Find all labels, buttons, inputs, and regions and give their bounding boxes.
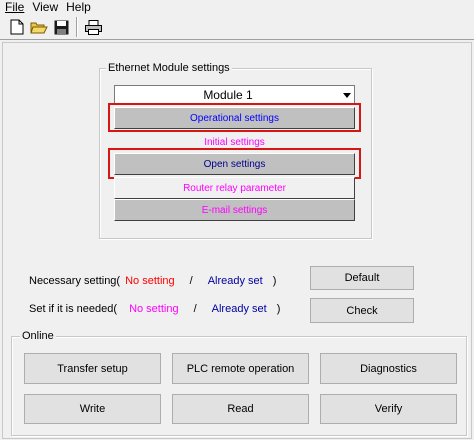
necessary-close-paren: ): [272, 275, 277, 287]
ethernet-module-group-label: Ethernet Module settings: [106, 62, 232, 75]
initial-settings-label: Initial settings: [204, 136, 265, 148]
online-group-label: Online: [20, 330, 56, 343]
new-file-button[interactable]: [6, 16, 28, 38]
router-relay-parameter-label: Router relay parameter: [183, 182, 286, 194]
open-button[interactable]: [28, 16, 50, 38]
if-needed-label: Set if it is needed(: [29, 303, 118, 315]
router-relay-parameter-button[interactable]: Router relay parameter: [114, 177, 355, 199]
open-folder-icon: [30, 22, 48, 33]
chevron-down-icon[interactable]: [343, 93, 351, 98]
necessary-already-set: Already set: [207, 275, 263, 287]
print-button[interactable]: [82, 16, 104, 38]
module-select[interactable]: Module 1: [114, 85, 355, 105]
plc-remote-operation-button[interactable]: PLC remote operation: [172, 353, 309, 384]
menu-bar: File View Help: [0, 0, 474, 15]
operational-settings-highlight: [108, 103, 361, 132]
email-settings-label: E-mail settings: [201, 204, 268, 216]
verify-button[interactable]: Verify: [320, 394, 457, 424]
write-button[interactable]: Write: [24, 394, 161, 424]
save-disk-icon: [54, 20, 68, 34]
check-button[interactable]: Check: [310, 298, 414, 323]
email-settings-button[interactable]: E-mail settings: [114, 199, 355, 221]
module-select-value: Module 1: [203, 88, 253, 102]
toolbar-separator: [76, 17, 78, 37]
open-settings-highlight: [108, 148, 361, 179]
if-needed-no-setting: No setting: [129, 303, 179, 315]
if-needed-already-set: Already set: [211, 303, 267, 315]
necessary-no-setting: No setting: [125, 275, 175, 287]
necessary-setting-legend: Necessary setting( No setting / Already …: [29, 274, 276, 288]
printer-icon: [84, 19, 102, 35]
necessary-slash: /: [189, 275, 193, 287]
diagnostics-button[interactable]: Diagnostics: [320, 353, 457, 384]
if-needed-slash: /: [193, 303, 197, 315]
new-file-icon: [10, 19, 24, 35]
save-button[interactable]: [50, 16, 72, 38]
read-button[interactable]: Read: [172, 394, 309, 424]
toolbar: [0, 15, 474, 40]
default-button[interactable]: Default: [310, 266, 414, 290]
if-needed-close-paren: ): [276, 303, 281, 315]
menu-help[interactable]: Help: [62, 0, 95, 15]
transfer-setup-button[interactable]: Transfer setup: [24, 353, 161, 384]
menu-view[interactable]: View: [28, 0, 62, 15]
if-needed-legend: Set if it is needed( No setting / Alread…: [29, 302, 280, 316]
menu-file[interactable]: File: [0, 0, 28, 15]
necessary-setting-label: Necessary setting(: [29, 275, 121, 287]
